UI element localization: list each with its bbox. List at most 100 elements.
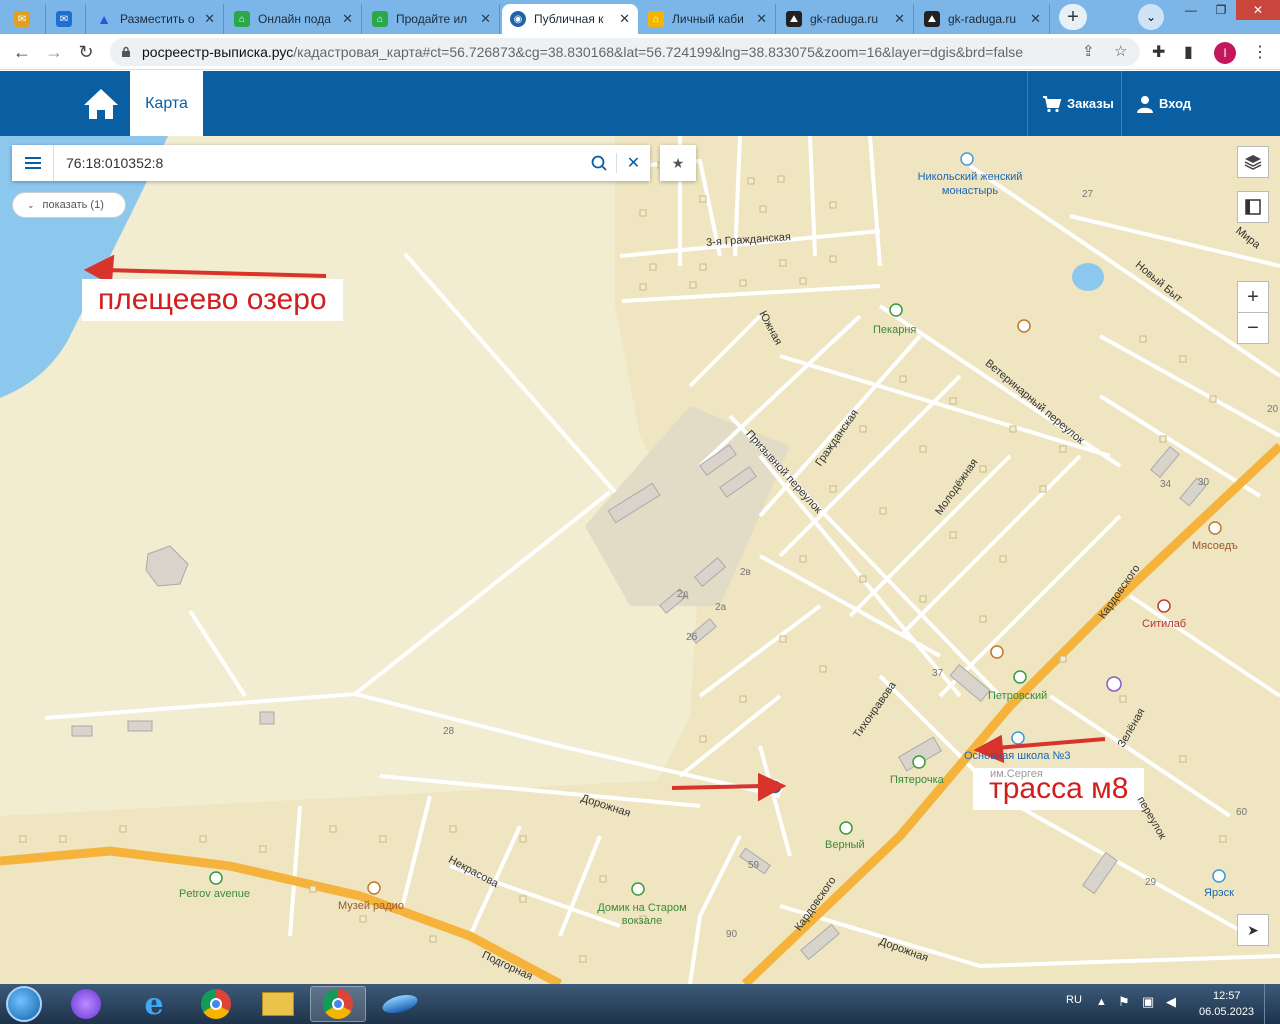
address-bar[interactable]: росреестр-выписка.рус/кадастровая_карта#… bbox=[110, 38, 1140, 66]
browser-tab[interactable]: ⛰ gk-raduga.ru ✕ bbox=[916, 4, 1050, 34]
legend-panel-icon[interactable] bbox=[1237, 191, 1269, 223]
show-desktop-button[interactable] bbox=[1264, 984, 1280, 1024]
house-number: 2в bbox=[740, 567, 751, 578]
map-canvas[interactable]: 76:18:010352:8 ✕ ★ ⌄ показать (1) + − ➤ … bbox=[0, 136, 1280, 984]
layers-icon[interactable] bbox=[1237, 146, 1269, 178]
browser-tab[interactable]: ▲ Разместить о ✕ bbox=[88, 4, 224, 34]
file-explorer-icon[interactable] bbox=[250, 986, 306, 1022]
browser-menu-icon[interactable]: ⋮ bbox=[1252, 42, 1268, 62]
side-panel-icon[interactable]: ▮ bbox=[1184, 42, 1193, 62]
map-label: Пятерочка bbox=[890, 774, 944, 786]
chrome-active-icon[interactable] bbox=[310, 986, 366, 1022]
map-label: Верный bbox=[825, 839, 865, 851]
browser-tab-active[interactable]: ◉ Публичная к ✕ bbox=[502, 4, 638, 34]
zoom-in-button[interactable]: + bbox=[1237, 281, 1269, 313]
back-arrow-icon[interactable]: ← bbox=[10, 40, 34, 64]
house-number: 90 bbox=[726, 929, 738, 940]
residential-area bbox=[0, 776, 760, 984]
minimize-icon[interactable]: — bbox=[1176, 0, 1206, 20]
browser-tab[interactable]: ⌂ Личный каби ✕ bbox=[640, 4, 776, 34]
browser-toolbar: ← → ↻ росреестр-выписка.рус/кадастровая_… bbox=[0, 34, 1280, 70]
house-number: 28 bbox=[443, 726, 455, 737]
house-number: 30 bbox=[1198, 477, 1210, 488]
zoom-out-button[interactable]: − bbox=[1237, 312, 1269, 344]
language-indicator[interactable]: RU bbox=[1066, 994, 1082, 1006]
alice-assistant-icon[interactable] bbox=[58, 986, 114, 1022]
url-path: /кадастровая_карта#ct=56.726873&cg=38.83… bbox=[293, 44, 1024, 60]
tab-title: Онлайн пода bbox=[258, 12, 331, 26]
close-tab-icon[interactable]: ✕ bbox=[894, 11, 905, 27]
clear-search-icon[interactable]: ✕ bbox=[616, 153, 650, 173]
close-tab-icon[interactable]: ✕ bbox=[204, 11, 215, 27]
tab-search-chevron-icon[interactable]: ⌄ bbox=[1138, 4, 1164, 30]
browser-tab[interactable]: ✉ bbox=[6, 4, 46, 34]
clock-date[interactable]: 06.05.2023 bbox=[1199, 1006, 1254, 1018]
browser-tab[interactable]: ⌂ Онлайн пода ✕ bbox=[226, 4, 362, 34]
map-label: Петровский bbox=[988, 690, 1048, 702]
close-tab-icon[interactable]: ✕ bbox=[342, 11, 353, 27]
map-label: Petrov avenue bbox=[179, 888, 250, 900]
mail-icon: ✉ bbox=[14, 11, 30, 27]
network-icon[interactable]: ▣ bbox=[1142, 994, 1154, 1010]
show-results-label: показать (1) bbox=[42, 199, 104, 211]
window-close-icon[interactable]: ✕ bbox=[1236, 0, 1280, 20]
house-number: 60 bbox=[1236, 807, 1248, 818]
new-tab-button[interactable]: + bbox=[1059, 4, 1087, 30]
house-number: 27 bbox=[1082, 189, 1094, 200]
search-input[interactable]: 76:18:010352:8 bbox=[54, 155, 582, 171]
map-label: Ситилаб bbox=[1142, 618, 1187, 630]
flag-icon[interactable]: ⚑ bbox=[1118, 994, 1130, 1010]
tab-title: Личный каби bbox=[672, 12, 744, 26]
close-tab-icon[interactable]: ✕ bbox=[480, 11, 491, 27]
login-button[interactable]: Вход bbox=[1121, 71, 1201, 136]
close-tab-icon[interactable]: ✕ bbox=[756, 11, 767, 27]
orders-button[interactable]: Заказы bbox=[1027, 71, 1121, 136]
share-icon[interactable]: ⇪ bbox=[1082, 42, 1095, 60]
browser-tab[interactable]: ⛰ gk-raduga.ru ✕ bbox=[778, 4, 914, 34]
home-icon[interactable] bbox=[80, 83, 122, 125]
tab-map[interactable]: Карта bbox=[130, 71, 203, 136]
house-logo-icon: ⌂ bbox=[234, 11, 250, 27]
mountain-logo-icon: ⛰ bbox=[924, 11, 940, 27]
map-label: Мясоедъ bbox=[1192, 540, 1238, 552]
reload-icon[interactable]: ↻ bbox=[74, 40, 98, 64]
volume-icon[interactable]: ◀ bbox=[1166, 994, 1176, 1010]
search-icon[interactable] bbox=[582, 155, 616, 171]
map-base-layer bbox=[0, 136, 1280, 984]
restore-icon[interactable]: ❐ bbox=[1206, 0, 1236, 20]
site-header: Карта Заказы Вход bbox=[0, 71, 1280, 136]
mountain-logo-icon: ⛰ bbox=[786, 11, 802, 27]
show-hidden-icons-icon[interactable]: ▲ bbox=[1096, 996, 1107, 1008]
extensions-puzzle-icon[interactable]: ✚ bbox=[1152, 42, 1165, 62]
favorites-star-icon[interactable]: ★ bbox=[660, 145, 696, 181]
show-results-button[interactable]: ⌄ показать (1) bbox=[12, 192, 126, 218]
start-button[interactable] bbox=[6, 986, 42, 1022]
browser-app-icon[interactable] bbox=[372, 986, 428, 1022]
lake-annotation: плещеево озеро bbox=[82, 279, 343, 321]
chrome-icon[interactable] bbox=[188, 986, 244, 1022]
house-number: 2д bbox=[677, 589, 689, 600]
forward-arrow-icon[interactable]: → bbox=[42, 40, 66, 64]
map-label: им.Сергея bbox=[990, 768, 1043, 780]
orders-label: Заказы bbox=[1067, 96, 1114, 111]
clock-time[interactable]: 12:57 bbox=[1213, 990, 1241, 1002]
cart-icon bbox=[1043, 95, 1062, 112]
close-tab-icon[interactable]: ✕ bbox=[1030, 11, 1041, 27]
cadastral-search-bar: 76:18:010352:8 ✕ bbox=[12, 145, 650, 181]
bookmark-star-icon[interactable]: ☆ bbox=[1114, 42, 1127, 60]
internet-explorer-icon[interactable]: e bbox=[126, 986, 182, 1022]
map-label: Ярэск bbox=[1204, 887, 1234, 899]
browser-tab[interactable]: ⌂ Продайте ил ✕ bbox=[364, 4, 500, 34]
hamburger-menu-icon[interactable] bbox=[12, 145, 54, 181]
house-number: 34 bbox=[1160, 479, 1172, 490]
arrow-logo-icon: ▲ bbox=[97, 11, 111, 27]
windows-taskbar: e RU ▲ ⚑ ▣ ◀ 12:57 06.05.2023 bbox=[0, 984, 1280, 1024]
tab-title: Разместить о bbox=[120, 12, 195, 26]
profile-avatar[interactable]: I bbox=[1214, 42, 1236, 64]
map-label: Домик на Старом вокзале bbox=[597, 902, 687, 927]
globe-icon: ◉ bbox=[510, 11, 526, 27]
house-number: 20 bbox=[1267, 404, 1279, 415]
browser-tab[interactable]: ✉ bbox=[48, 4, 86, 34]
close-tab-icon[interactable]: ✕ bbox=[619, 11, 630, 27]
locate-me-icon[interactable]: ➤ bbox=[1237, 914, 1269, 946]
